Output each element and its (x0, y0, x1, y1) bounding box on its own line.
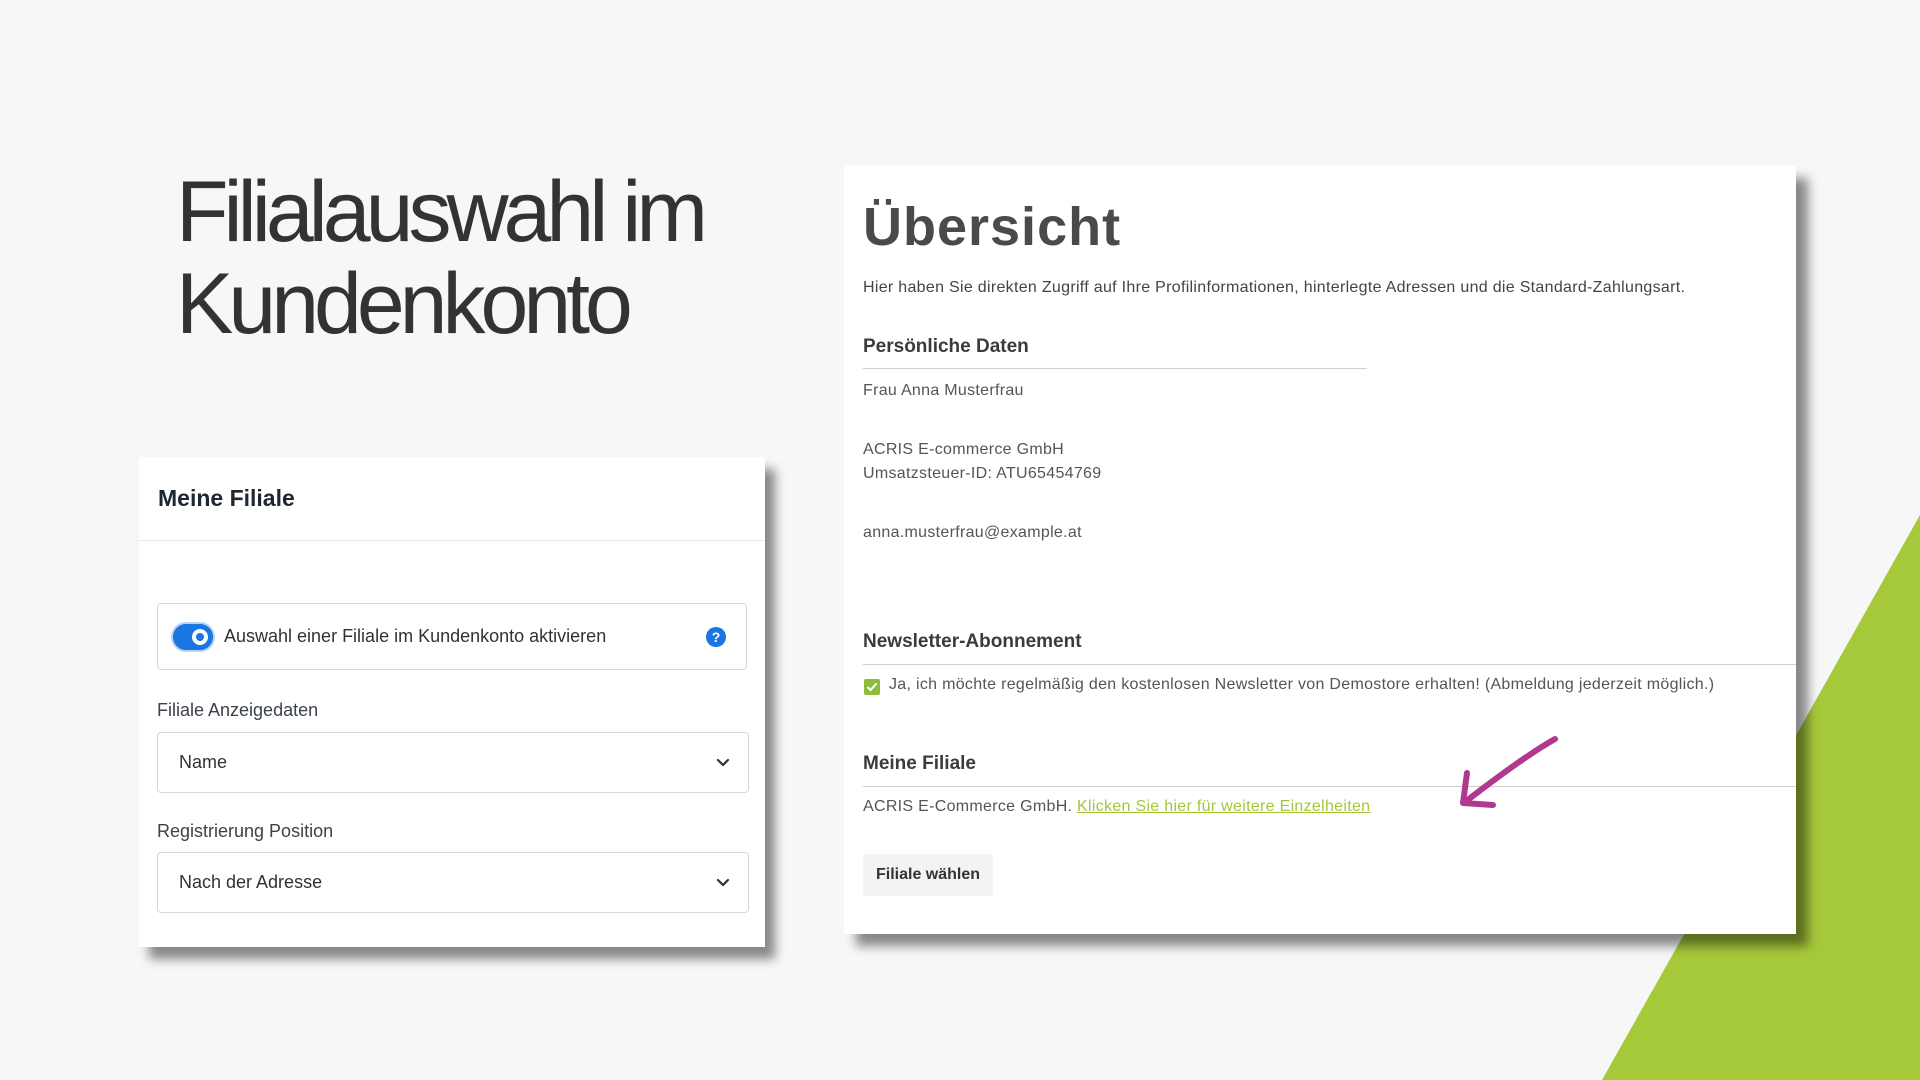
store-details-link[interactable]: Klicken Sie hier für weitere Einzelheite… (1077, 798, 1370, 815)
overview-intro: Hier haben Sie direkten Zugriff auf Ihre… (863, 279, 1686, 296)
divider (863, 664, 1796, 665)
divider (863, 368, 1367, 369)
registration-position-select[interactable]: Nach der Adresse (157, 852, 749, 913)
personal-data-heading: Persönliche Daten (863, 336, 1029, 357)
customer-name: Frau Anna Musterfrau (863, 382, 1024, 399)
customer-email: anna.musterfrau@example.at (863, 524, 1082, 541)
account-overview-card: Übersicht Hier haben Sie direkten Zugrif… (844, 166, 1796, 934)
enable-store-selection-toggle[interactable] (173, 623, 213, 650)
chevron-down-icon (716, 758, 730, 767)
chevron-down-icon (716, 878, 730, 887)
enable-store-selection-row: Auswahl einer Filiale im Kundenkonto akt… (157, 603, 747, 670)
toggle-knob (192, 628, 208, 645)
slide-title-line-1: Filialauswahl im (176, 164, 708, 260)
store-name: ACRIS E-Commerce GmbH. (863, 798, 1073, 815)
slide-title-line-2: Kundenkonto (176, 256, 633, 352)
store-info: ACRIS E-Commerce GmbH. Klicken Sie hier … (863, 798, 1370, 816)
store-settings-card: Meine Filiale Auswahl einer Filiale im K… (139, 457, 765, 947)
settings-card-title: Meine Filiale (139, 457, 765, 541)
newsletter-checkbox[interactable] (864, 679, 880, 695)
registration-position-value: Nach der Adresse (179, 872, 323, 892)
enable-store-selection-label: Auswahl einer Filiale im Kundenkonto akt… (224, 626, 607, 646)
display-data-label: Filiale Anzeigedaten (157, 700, 319, 720)
newsletter-consent-text: Ja, ich möchte regelmäßig den kostenlose… (889, 676, 1715, 693)
vat-id: Umsatzsteuer-ID: ATU65454769 (863, 465, 1102, 482)
display-data-value: Name (179, 752, 228, 772)
slide-title: Filialauswahl im Kundenkonto (176, 166, 816, 350)
my-store-heading: Meine Filiale (863, 753, 976, 774)
checkmark-icon (866, 682, 878, 692)
overview-title: Übersicht (863, 197, 1122, 257)
company-name: ACRIS E-commerce GmbH (863, 441, 1064, 458)
newsletter-heading: Newsletter-Abonnement (863, 631, 1082, 652)
display-data-select[interactable]: Name (157, 732, 749, 793)
divider (863, 786, 1796, 787)
choose-store-button[interactable]: Filiale wählen (863, 854, 994, 896)
registration-position-label: Registrierung Position (157, 821, 334, 841)
arrow-annotation-icon (1460, 736, 1558, 808)
question-circle-icon[interactable]: ? (706, 627, 726, 647)
